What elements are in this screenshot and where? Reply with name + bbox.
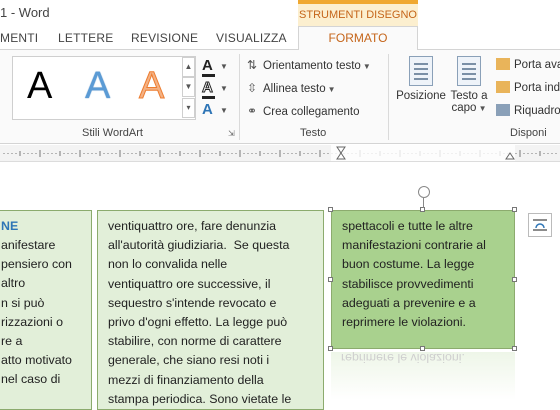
- tab-revisione[interactable]: REVISIONE: [131, 31, 198, 45]
- layout-options-icon: [533, 219, 547, 231]
- position-icon: [409, 56, 433, 86]
- text-line: stabilire, con norme di carattere: [108, 334, 282, 349]
- text-effects-button[interactable]: A ▼: [200, 102, 236, 122]
- text-direction-button[interactable]: ⇅ Orientamento testo ▼: [247, 58, 371, 72]
- text-box-right-selected[interactable]: spettacoli e tutte le altre manifestazion…: [331, 210, 515, 349]
- text-line: non lo convalida nelle: [108, 257, 228, 272]
- horizontal-ruler[interactable]: [0, 145, 560, 162]
- gallery-scroll-up-icon[interactable]: ▲: [182, 57, 195, 77]
- link-icon: ⚭: [247, 104, 258, 118]
- tab-lettere[interactable]: LETTERE: [58, 31, 113, 45]
- resize-handle[interactable]: [512, 207, 517, 212]
- text-outline-icon: A: [202, 79, 214, 96]
- gallery-more-icon[interactable]: ▾: [182, 98, 195, 118]
- shape-reflection: reprimere le violazioni.: [331, 352, 515, 400]
- reflection-text: reprimere le violazioni.: [341, 352, 465, 366]
- text-line: sequestro s'intende revocato e: [108, 295, 277, 310]
- text-line: manifestazioni contrarie al: [342, 238, 486, 253]
- resize-handle[interactable]: [512, 346, 517, 351]
- text-line: adeguati a prevenire e a: [342, 295, 476, 310]
- text-line: privo d'ogni effetto. La legge può: [108, 315, 288, 329]
- text-direction-icon: ⇅: [247, 58, 258, 72]
- chevron-down-icon: ▼: [220, 62, 228, 71]
- text-line: buon costume. La legge: [342, 257, 475, 272]
- resize-handle[interactable]: [512, 277, 517, 282]
- group-label-disponi: Disponi: [510, 127, 547, 139]
- ribbon-tabs: MENTI LETTERE REVISIONE VISUALIZZA: [0, 26, 560, 50]
- text-line: pensiero con: [1, 257, 72, 272]
- group-label-wordart: Stili WordArt: [82, 127, 143, 139]
- send-backward-icon: [496, 81, 510, 93]
- group-label-testo: Testo: [300, 127, 327, 139]
- chevron-down-icon: ▼: [220, 106, 228, 115]
- text-fill-icon: A: [202, 57, 213, 74]
- wordart-style-orange[interactable]: A: [138, 63, 164, 109]
- text-line: generale, che siano resi noti i: [108, 353, 270, 368]
- gallery-scroll-down-icon[interactable]: ▼: [182, 77, 195, 97]
- tab-visualizza[interactable]: VISUALIZZA: [216, 31, 287, 45]
- text-line: all'autorità giudiziaria. Se questa: [108, 238, 290, 253]
- dialog-launcher-icon[interactable]: ⇲: [228, 129, 235, 138]
- wrap-text-icon: [457, 56, 481, 86]
- text-outline-button[interactable]: A ▼: [200, 79, 236, 100]
- text-line: altro: [1, 276, 26, 291]
- text-line: rizzazioni o: [1, 314, 63, 329]
- text-fill-button[interactable]: A ▼: [200, 58, 236, 78]
- resize-handle[interactable]: [328, 346, 333, 351]
- text-line: atto motivato: [1, 353, 72, 368]
- text-line: spettacoli e tutte le altre: [342, 219, 473, 233]
- text-line: stabilisce provvedimenti: [342, 276, 474, 291]
- chevron-down-icon: ▼: [327, 85, 336, 94]
- text-line: reprimere le violazioni.: [342, 315, 466, 329]
- tab-riferimenti[interactable]: MENTI: [0, 31, 38, 45]
- text-line: anifestare: [1, 238, 56, 252]
- wordart-style-black[interactable]: A: [27, 63, 52, 109]
- text-effects-icon: A: [202, 101, 213, 118]
- layout-options-button[interactable]: [528, 213, 552, 237]
- selection-pane-icon: [496, 104, 510, 116]
- chevron-down-icon: ▼: [362, 62, 371, 71]
- resize-handle[interactable]: [420, 346, 425, 351]
- text-box-left[interactable]: NE anifestare pensiero con altro n si può ri…: [0, 210, 92, 410]
- text-line: mezzi di finanziamento della: [108, 372, 264, 387]
- resize-handle[interactable]: [328, 207, 333, 212]
- text-line: nel caso di: [1, 372, 61, 387]
- position-button[interactable]: Posizione: [394, 56, 448, 102]
- selection-pane-button[interactable]: Riquadro: [496, 104, 560, 117]
- send-backward-button[interactable]: Porta ind: [496, 81, 560, 94]
- text-line: re a: [1, 334, 23, 348]
- create-link-button[interactable]: ⚭ Crea collegamento: [247, 104, 360, 118]
- rotate-handle-icon[interactable]: [418, 186, 430, 198]
- context-group-label: STRUMENTI DISEGNO: [298, 0, 418, 26]
- wordart-style-blue[interactable]: A: [85, 63, 110, 109]
- chevron-down-icon: ▼: [220, 84, 228, 93]
- window-title: 1 - Word: [0, 5, 50, 20]
- text-line: n si può: [1, 295, 45, 310]
- resize-handle[interactable]: [328, 277, 333, 282]
- text-line: ventiquattro ore, fare denunzia: [108, 219, 277, 233]
- text-line: ventiquattro ore successive, il: [108, 276, 271, 291]
- tab-formato[interactable]: FORMATO: [298, 26, 418, 51]
- wordart-gallery[interactable]: A A A: [12, 56, 196, 120]
- text-line: stampa periodica. Sono vietate le: [108, 391, 292, 406]
- box-heading: NE: [1, 219, 19, 233]
- title-bar: [0, 0, 560, 26]
- align-text-button[interactable]: ⇳ Allinea testo ▼: [247, 81, 336, 95]
- bring-forward-button[interactable]: Porta ava: [496, 58, 560, 71]
- align-text-icon: ⇳: [247, 81, 258, 95]
- ruler-ticks: [3, 145, 557, 161]
- text-box-middle[interactable]: ventiquattro ore, fare denunzia all'autor…: [97, 210, 324, 410]
- wrap-text-button[interactable]: Testo a capo ▼: [448, 56, 490, 114]
- bring-forward-icon: [496, 58, 510, 70]
